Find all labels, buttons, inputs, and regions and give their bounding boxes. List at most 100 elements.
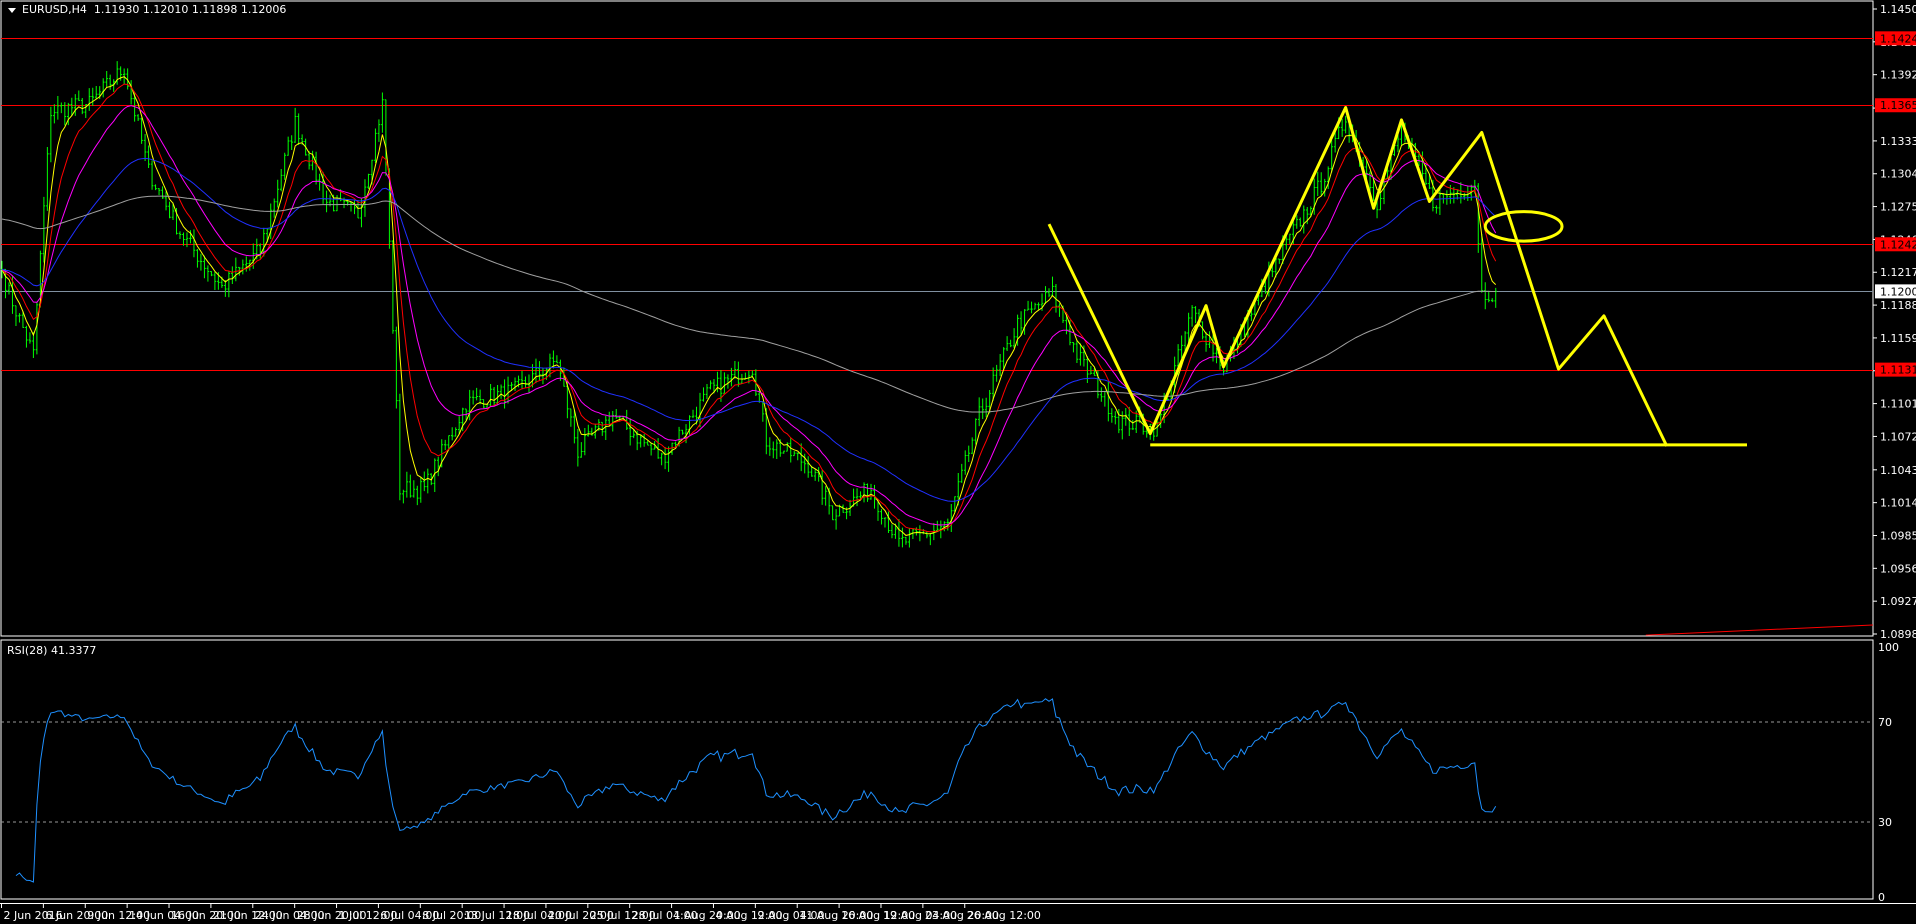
price-bar [454,427,457,437]
price-bar [691,409,695,419]
price-bar [1026,300,1030,311]
price-bar [409,474,412,498]
price-tick-label: 1.12175 [1880,266,1916,279]
price-bar [681,429,684,435]
price-tick-label: 1.11885 [1880,299,1916,312]
price-bar [297,113,300,145]
price-bar [929,532,932,546]
price-bar [422,471,426,492]
price-bar [1110,408,1114,423]
price-bar [1298,217,1302,227]
price-bar [984,397,988,418]
price-bar [1494,287,1498,308]
level-price-label: 1.12006 [1880,285,1916,298]
moving-average-line-5 [1,76,1497,536]
price-bar [272,198,276,218]
price-tick-label: 1.09850 [1880,529,1916,542]
price-bar [101,78,105,98]
price-bar [53,104,56,124]
price-bar [883,517,887,528]
moving-average-line-50 [1,157,1497,502]
price-bar [628,418,632,446]
price-bar [1180,335,1183,359]
price-bar [286,136,290,156]
price-bar [94,85,98,100]
price-bar [880,509,883,525]
price-bar [276,179,280,208]
price-bar [869,483,873,500]
price-bar [398,393,402,501]
level-price-label: 1.13650 [1880,99,1916,112]
price-bar [349,201,353,212]
price-bar [1100,387,1103,402]
open-value: 1.11930 [93,3,140,16]
price-bar [77,90,81,101]
price-bar [723,372,726,394]
price-bar [1051,276,1054,297]
price-bar [897,519,901,547]
price-bar [796,452,800,461]
price-bar [46,146,49,211]
price-bar [56,96,60,120]
price-bar [443,439,447,451]
price-bar [520,370,524,390]
price-tick-label: 1.10140 [1880,497,1916,510]
price-bar [771,441,775,459]
price-bar [1463,192,1466,200]
price-bar [335,195,339,212]
level-price-label: 1.14241 [1880,32,1916,45]
price-bar [614,409,618,419]
price-tick-label: 1.10725 [1880,430,1916,443]
close-value: 1.12006 [240,3,287,16]
price-bar [87,88,91,111]
price-bar [995,364,998,382]
price-bar [91,87,95,106]
price-bar [1400,124,1403,145]
price-bar [663,446,667,470]
price-bar [168,201,171,219]
price-bar [831,505,834,521]
price-bar [227,271,231,298]
price-bar [80,98,84,115]
price-bar [1114,411,1117,425]
price-bar [1208,331,1211,349]
highlight-ellipse [1483,210,1564,243]
price-bar [974,418,978,445]
price-bar [154,184,157,191]
price-bar [283,152,286,180]
price-bar [307,151,311,170]
price-bar [1278,258,1281,264]
price-bar [670,442,674,455]
price-bar [136,114,140,121]
price-bar [1459,182,1463,204]
chart-legend: EURUSD,H4 1.11930 1.12010 1.11898 1.1200… [8,3,286,16]
price-bar [775,439,779,459]
price-bar [499,384,503,399]
price-tick-label: 1.10430 [1880,464,1916,477]
price-bar [1194,306,1197,324]
price-bar [1316,171,1320,196]
trendline [1645,624,1874,636]
price-bar [1033,302,1037,310]
price-bar [513,377,517,391]
price-bar [1075,339,1079,363]
price-bar [782,450,786,454]
price-bar [824,486,827,506]
price-bar [1131,420,1135,430]
price-bar [1005,336,1009,351]
price-bar [726,374,730,389]
price-bar [391,240,395,334]
price-tick-label: 1.13335 [1880,135,1916,148]
price-chart[interactable]: 1.145001.142101.139201.136251.133351.130… [0,0,1916,924]
price-bar [649,442,653,456]
rsi-label: RSI(28) 41.3377 [7,644,97,657]
price-bar [785,442,789,452]
price-bar [1490,298,1494,303]
dropdown-triangle-icon[interactable] [8,7,16,13]
price-bar [813,468,817,481]
price-bar [412,480,416,498]
price-bar [1288,233,1292,244]
price-bar [1445,190,1449,205]
price-bar [1487,290,1491,303]
price-bar [768,437,772,456]
